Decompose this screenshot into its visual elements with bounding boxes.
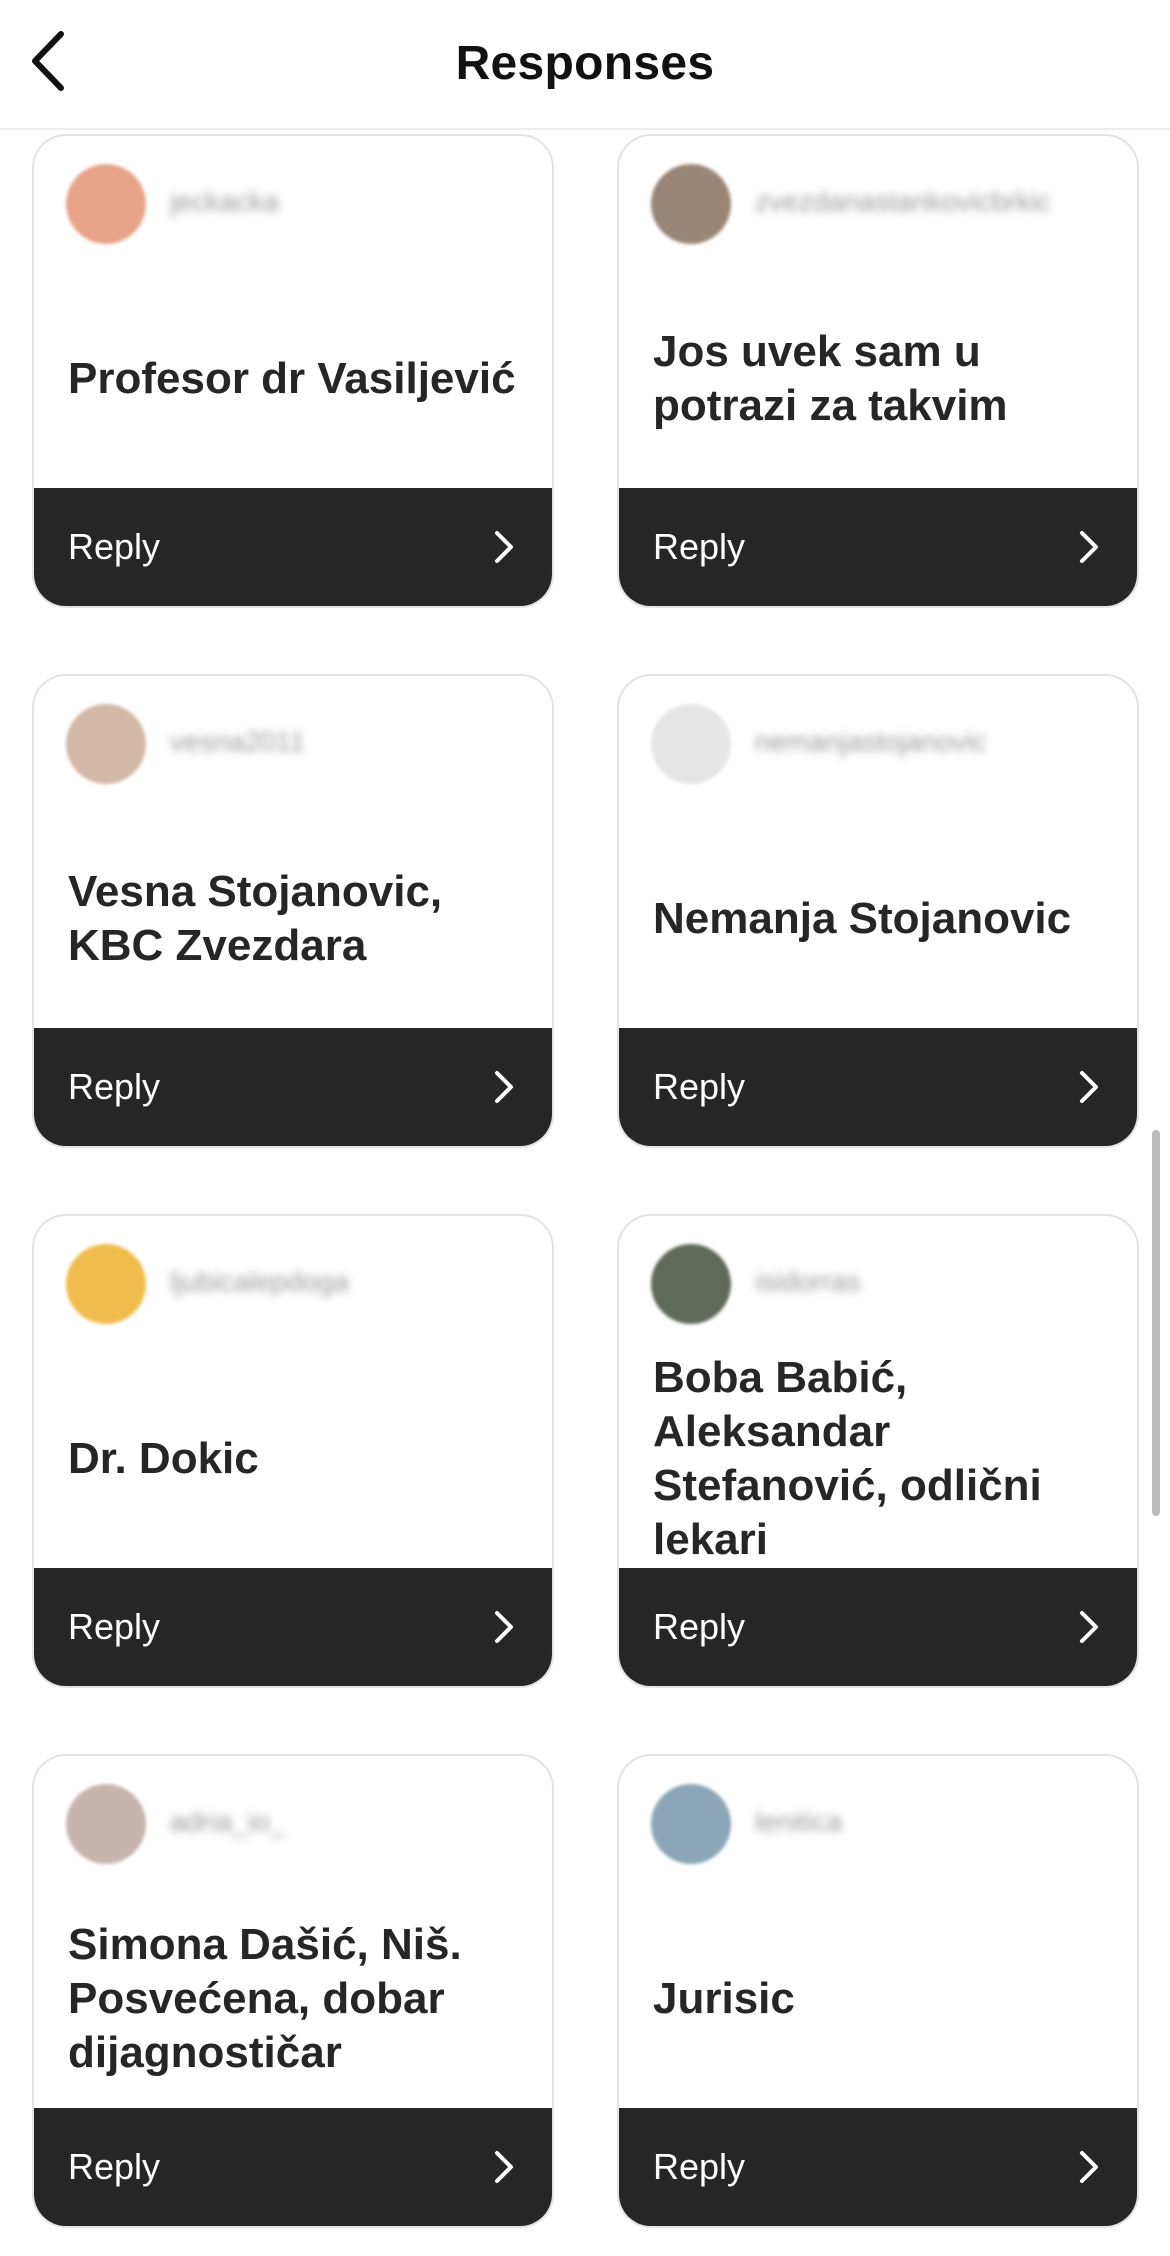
avatar[interactable] <box>651 1244 731 1324</box>
response-text: Profesor dr Vasiljević <box>68 354 516 403</box>
reply-label: Reply <box>653 2146 746 2187</box>
avatar[interactable] <box>66 164 146 244</box>
scrollbar[interactable] <box>1152 1130 1160 1516</box>
username[interactable]: zvezdanastankovicbrkic <box>755 186 1051 220</box>
response-text: Simona Dašić, Niš. Posvećena, dobar dija… <box>68 1920 462 2077</box>
avatar[interactable] <box>651 1784 731 1864</box>
reply-button[interactable]: Reply <box>619 1028 1137 1146</box>
response-card[interactable]: ljubicalepdoga Dr. Dokic Reply <box>32 1214 554 1688</box>
username[interactable]: vesna2011 <box>170 726 305 760</box>
avatar[interactable] <box>66 1784 146 1864</box>
reply-label: Reply <box>68 1066 161 1107</box>
avatar[interactable] <box>651 164 731 244</box>
username[interactable]: nemanjastojanovic <box>755 726 987 760</box>
username[interactable]: ljubicalepdoga <box>170 1266 349 1300</box>
reply-label: Reply <box>68 1606 161 1647</box>
chevron-right-icon <box>1077 1069 1101 1105</box>
reply-button[interactable]: Reply <box>34 1028 552 1146</box>
avatar[interactable] <box>66 704 146 784</box>
avatar[interactable] <box>66 1244 146 1324</box>
response-text: Vesna Stojanovic, KBC Zvezdara <box>68 867 443 970</box>
response-text: Jurisic <box>653 1974 795 2023</box>
response-card[interactable]: nemanjastojanovic Nemanja Stojanovic Reply <box>617 674 1139 1148</box>
reply-button[interactable]: Reply <box>34 488 552 606</box>
username[interactable]: jeckacka <box>170 186 279 220</box>
response-text: Boba Babić, Aleksandar Stefanović, odlič… <box>653 1353 1042 1564</box>
reply-label: Reply <box>68 2146 161 2187</box>
username[interactable]: adria_io_ <box>170 1806 285 1840</box>
chevron-right-icon <box>492 1609 516 1645</box>
reply-label: Reply <box>653 1606 746 1647</box>
chevron-right-icon <box>492 529 516 565</box>
reply-button[interactable]: Reply <box>619 1568 1137 1686</box>
response-text: Dr. Dokic <box>68 1434 259 1483</box>
username[interactable]: lenitica <box>755 1806 842 1840</box>
avatar[interactable] <box>651 704 731 784</box>
reply-label: Reply <box>68 526 161 567</box>
reply-label: Reply <box>653 526 746 567</box>
chevron-right-icon <box>1077 1609 1101 1645</box>
response-card[interactable]: jeckacka Profesor dr Vasiljević Reply <box>32 134 554 608</box>
response-card[interactable]: lenitica Jurisic Reply <box>617 1754 1139 2228</box>
chevron-right-icon <box>1077 529 1101 565</box>
chevron-right-icon <box>492 1069 516 1105</box>
response-card[interactable]: adria_io_ Simona Dašić, Niš. Posvećena, d… <box>32 1754 554 2228</box>
response-card[interactable]: isidorras Boba Babić, Aleksandar Stefanov… <box>617 1214 1139 1688</box>
reply-button[interactable]: Reply <box>619 488 1137 606</box>
response-text: Nemanja Stojanovic <box>653 894 1072 943</box>
response-card[interactable]: zvezdanastankovicbrkic Jos uvek sam u pot… <box>617 134 1139 608</box>
reply-label: Reply <box>653 1066 746 1107</box>
chevron-right-icon <box>1077 2149 1101 2185</box>
response-text: Jos uvek sam u potrazi za takvim <box>653 327 1008 430</box>
response-card[interactable]: vesna2011 Vesna Stojanovic, KBC Zvezdara R… <box>32 674 554 1148</box>
reply-button[interactable]: Reply <box>619 2108 1137 2226</box>
page-title: Responses <box>455 37 715 90</box>
chevron-right-icon <box>492 2149 516 2185</box>
header: Responses <box>0 0 1170 130</box>
reply-button[interactable]: Reply <box>34 1568 552 1686</box>
username[interactable]: isidorras <box>755 1266 861 1300</box>
reply-button[interactable]: Reply <box>34 2108 552 2226</box>
